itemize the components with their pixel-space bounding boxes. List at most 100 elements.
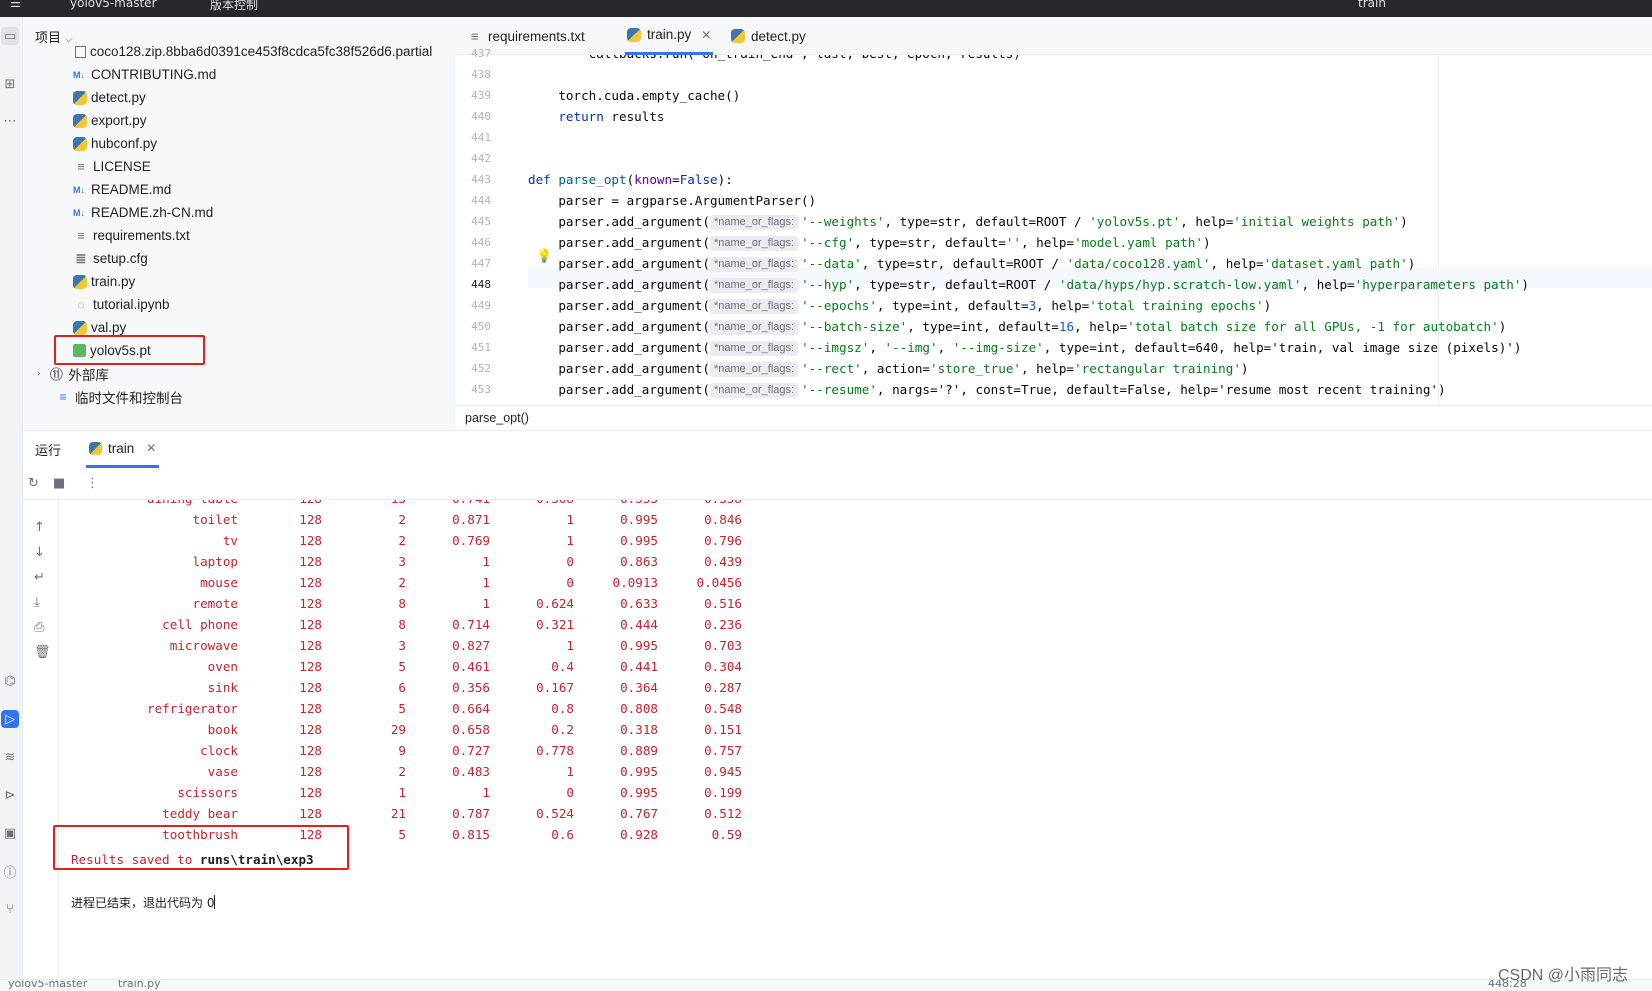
soft-wrap-icon[interactable]: ↵ [34, 570, 45, 585]
text-file-icon: ≡ [77, 159, 85, 174]
tree-item[interactable]: ≡ requirements.txt [23, 224, 463, 247]
run-tool-icon[interactable]: ▷ [1, 710, 19, 728]
metric-cell: 0.364 [620, 680, 658, 695]
metric-cell: 0.4 [551, 659, 574, 674]
tree-item-external-libs[interactable]: › ⑪ 外部库 [23, 362, 463, 385]
stop-icon[interactable]: ■ [53, 476, 65, 491]
metric-cell: 0.439 [704, 554, 742, 569]
tab-label: requirements.txt [488, 28, 585, 44]
more-tools-icon[interactable]: ⋯ [1, 112, 19, 130]
main-menu-icon[interactable]: ☰ [10, 0, 21, 10]
console-output[interactable]: Results saved to runs\train\exp3 进程已结束，退… [60, 500, 1652, 970]
metric-cell: 2 [398, 575, 406, 590]
tree-item-scratches[interactable]: ≡ 临时文件和控制台 [23, 385, 463, 408]
metric-cell: 0.444 [620, 617, 658, 632]
terminal-icon[interactable]: ▣ [1, 824, 19, 842]
code-line: parser.add_argument(*name_or_flags: '--we… [528, 214, 1408, 230]
tab-run-train[interactable]: train ✕ [86, 431, 160, 468]
tree-item-label: README.zh-CN.md [91, 205, 214, 220]
metric-cell: 0.0913 [612, 575, 659, 590]
tab-label: train [108, 440, 135, 456]
class-name-cell: refrigerator [147, 701, 238, 716]
code-area[interactable]: callbacks.run('on_train_end', last, best… [528, 55, 1652, 405]
code-line: parser.add_argument(*name_or_flags: '--da… [528, 256, 1416, 272]
status-project[interactable]: yolov5-master [8, 980, 87, 990]
tree-item-label: setup.cfg [93, 251, 148, 266]
metric-cell: 5 [398, 659, 406, 674]
arrow-down-icon[interactable]: ↓ [34, 545, 45, 560]
class-name-cell: scissors [177, 785, 238, 800]
class-name-cell: remote [192, 596, 239, 611]
line-number: 450 [471, 320, 491, 333]
metric-cell: 2 [398, 764, 406, 779]
metric-cell: 0.624 [536, 596, 574, 611]
watermark: CSDN @小雨同志 [1498, 967, 1629, 984]
metric-cell: 5 [398, 701, 406, 716]
exit-code-line: 进程已结束，退出代码为 0 [71, 895, 216, 910]
print-icon[interactable]: ⎙ [34, 620, 44, 635]
metric-cell: 0.995 [620, 764, 658, 779]
tree-item[interactable]: hubconf.py [23, 132, 463, 155]
structure-tool-icon[interactable]: ⊞ [1, 75, 19, 93]
rerun-icon[interactable]: ↻ [28, 476, 39, 491]
metric-cell: 0.6 [551, 827, 574, 842]
line-number: 438 [471, 68, 491, 81]
tree-item[interactable]: ≡ LICENSE [23, 155, 463, 178]
class-name-cell: vase [207, 764, 238, 779]
metric-cell: 128 [299, 512, 322, 527]
metric-cell: 1 [566, 512, 574, 527]
python-icon [627, 27, 641, 42]
tree-item[interactable]: coco128.zip.8bba6d0391ce453f8cdca5fc38f5… [23, 40, 463, 63]
tree-item[interactable]: M↓ README.md [23, 178, 463, 201]
services-icon[interactable]: ⊳ [1, 786, 19, 804]
status-file[interactable]: train.py [118, 980, 161, 990]
metric-cell: 0.167 [536, 680, 574, 695]
project-tool-icon[interactable]: ▭ [1, 27, 19, 45]
metric-cell: 0.863 [620, 554, 658, 569]
tree-item[interactable]: train.py [23, 270, 463, 293]
chevron-right-icon[interactable]: › [37, 368, 40, 379]
layers-icon[interactable]: ≋ [1, 748, 19, 766]
tab-detect[interactable]: detect.py [731, 17, 806, 55]
tree-item[interactable]: export.py [23, 109, 463, 132]
version-control-widget[interactable]: 版本控制 [210, 0, 258, 13]
python-packages-icon[interactable]: ⌬ [1, 672, 19, 690]
metric-cell: 1 [566, 764, 574, 779]
line-number: 452 [471, 362, 491, 375]
python-icon [89, 441, 102, 455]
tree-item[interactable]: M↓ CONTRIBUTING.md [23, 63, 463, 86]
metric-cell: 128 [299, 533, 322, 548]
tab-train[interactable]: train.py ✕ [625, 17, 714, 55]
metric-cell: 0.236 [704, 617, 742, 632]
metric-cell: 0.767 [620, 806, 658, 821]
close-icon[interactable]: ✕ [701, 28, 711, 42]
metric-cell: 0.0456 [696, 575, 743, 590]
tree-item[interactable]: detect.py [23, 86, 463, 109]
class-name-cell: cell phone [162, 617, 238, 632]
metric-cell: 128 [299, 680, 322, 695]
metric-cell: 1 [566, 638, 574, 653]
metric-cell: 1 [566, 533, 574, 548]
git-icon[interactable]: ⑂ [1, 900, 19, 918]
trash-icon[interactable]: 🗑 [34, 645, 51, 660]
tree-item[interactable]: ◌ tutorial.ipynb [23, 293, 463, 316]
class-name-cell: teddy bear [162, 806, 238, 821]
text-file-icon: ≣ [75, 250, 87, 266]
metric-cell: 0.827 [452, 638, 490, 653]
notebook-icon: ◌ [77, 297, 85, 312]
run-config-selector[interactable]: train [1358, 0, 1386, 10]
current-line-number: 448 [471, 278, 491, 291]
python-icon [73, 136, 87, 151]
tree-item[interactable]: M↓ README.zh-CN.md [23, 201, 463, 224]
arrow-up-icon[interactable]: ↑ [34, 520, 45, 535]
project-badge[interactable]: yolov5-master [70, 0, 157, 10]
metric-cell: 128 [299, 701, 322, 716]
code-breadcrumb[interactable]: parse_opt() [455, 405, 1652, 430]
problems-icon[interactable]: ⓘ [1, 862, 19, 881]
python-icon [73, 90, 87, 105]
more-options-icon[interactable]: ⋮ [86, 476, 99, 491]
metric-cell: 0.321 [536, 617, 574, 632]
scroll-to-end-icon[interactable]: ⤓ [34, 595, 40, 610]
tree-item[interactable]: ≣ setup.cfg [23, 247, 463, 270]
close-icon[interactable]: ✕ [146, 441, 156, 455]
